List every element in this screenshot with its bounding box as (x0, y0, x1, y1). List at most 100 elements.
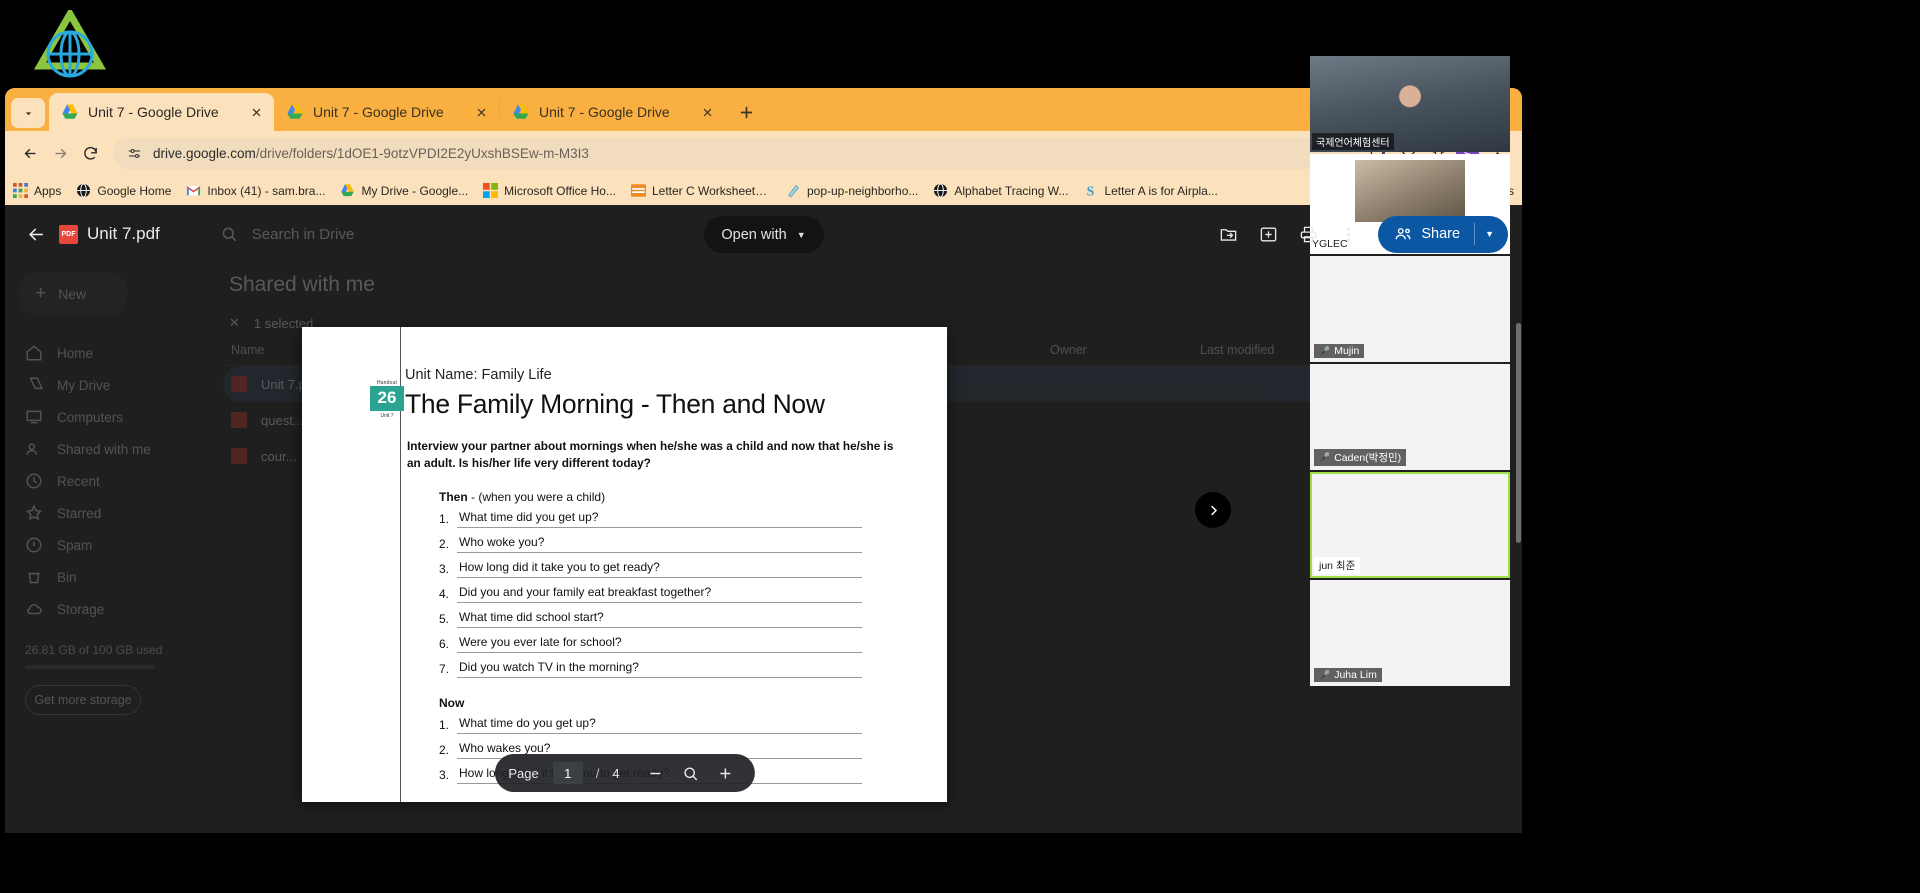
share-button[interactable]: Share ▼ (1378, 215, 1508, 253)
zoom-level-icon[interactable] (676, 758, 706, 788)
s-logo-icon: S (1083, 183, 1098, 199)
drive-search[interactable]: Search in Drive (220, 225, 355, 243)
question-text: What time do you get up? (457, 716, 862, 735)
close-icon[interactable] (697, 102, 717, 122)
share-label: Share (1421, 226, 1461, 242)
computer-icon (25, 408, 43, 426)
tab-search-button[interactable] (11, 98, 45, 128)
drive-icon (61, 103, 79, 121)
question-text: What time did school start? (457, 610, 862, 629)
unit-name: Unit Name: Family Life (405, 367, 552, 383)
open-with-button[interactable]: Open with ▼ (703, 216, 824, 253)
close-icon[interactable] (471, 102, 491, 122)
chevron-down-icon[interactable]: ▼ (1485, 229, 1504, 239)
star-icon (25, 504, 43, 522)
mic-muted-icon: 🎤 (1319, 669, 1331, 680)
video-tile-5[interactable]: jun 최준 (1310, 472, 1510, 578)
address-bar[interactable]: drive.google.com/drive/folders/1dOE1-9ot… (113, 138, 1355, 169)
sidebar-item-spam[interactable]: Spam (19, 529, 215, 561)
bookmark-alphabet-tracing[interactable]: Alphabet Tracing W... (933, 183, 1068, 198)
storage-bar (25, 665, 155, 669)
video-tile-1[interactable]: 국제언어체험센터 (1310, 56, 1510, 152)
tab-title: Unit 7 - Google Drive (88, 104, 219, 120)
site-settings-icon[interactable] (125, 145, 143, 163)
forward-icon[interactable] (45, 139, 75, 169)
pdf-file-icon: PDF (59, 224, 78, 244)
participant-name: 국제언어체험센터 (1312, 133, 1394, 150)
tab-title: Unit 7 - Google Drive (539, 104, 670, 120)
participant-name: jun 최준 (1319, 560, 1356, 572)
search-placeholder: Search in Drive (251, 225, 355, 243)
bookmark-inbox[interactable]: Inbox (41) - sam.bra... (186, 183, 325, 198)
drive-page: + New Home My Drive Computers Shared wit… (5, 205, 1522, 833)
add-to-drive-icon[interactable] (1250, 216, 1286, 252)
gmail-icon (186, 183, 201, 198)
participant-name: Mujin (1334, 345, 1360, 357)
sidebar-item-bin[interactable]: Bin (19, 561, 215, 593)
bookmark-apps[interactable]: Apps (13, 183, 61, 198)
viewer-scrollbar[interactable] (1516, 323, 1521, 543)
video-tile-4[interactable]: 🎤 Caden(박정민) (1310, 364, 1510, 470)
pdf-file-icon (231, 412, 247, 428)
bookmark-google-home[interactable]: Google Home (76, 183, 171, 198)
sidebar-item-computers[interactable]: Computers (19, 401, 215, 433)
sidebar-item-recent[interactable]: Recent (19, 465, 215, 497)
more-options-icon[interactable] (1330, 216, 1366, 252)
sidebar-item-starred[interactable]: Starred (19, 497, 215, 529)
bookmark-letter-a-airplane[interactable]: S Letter A is for Airpla... (1083, 183, 1218, 199)
globe-icon (76, 183, 91, 198)
next-page-button[interactable] (1195, 492, 1231, 528)
reload-icon[interactable] (75, 139, 105, 169)
viewer-actions: Share ▼ (1210, 215, 1508, 253)
page-number-input[interactable] (552, 762, 583, 784)
clock-icon (25, 472, 43, 490)
drive-icon (25, 376, 43, 394)
drive-icon (340, 183, 355, 198)
question-text: Did you and your family eat breakfast to… (457, 585, 862, 604)
sidebar-item-my-drive[interactable]: My Drive (19, 369, 215, 401)
zoom-in-button[interactable] (711, 758, 741, 788)
question-row: 7. Did you watch TV in the morning? (439, 660, 919, 679)
new-tab-button[interactable] (731, 97, 761, 127)
new-button[interactable]: + New (19, 273, 127, 315)
question-row: 2. Who woke you? (439, 535, 919, 554)
bookmark-letter-c-worksheets[interactable]: Letter C Worksheets... (630, 183, 771, 198)
bookmark-my-drive[interactable]: My Drive - Google... (340, 183, 468, 198)
zoom-out-button[interactable] (641, 758, 671, 788)
svg-text:S: S (1087, 184, 1095, 199)
screen: Unit 7 - Google Drive Unit 7 - Google Dr… (0, 0, 1920, 893)
participant-name: Juha Lim (1334, 669, 1377, 681)
bookmark-pop-up-neighborhood[interactable]: pop-up-neighborho... (786, 183, 918, 198)
sidebar-item-shared-with-me[interactable]: Shared with me (19, 433, 215, 465)
handout-unit: Unit 7 (380, 413, 394, 419)
drive-icon (286, 103, 304, 121)
video-tile-3[interactable]: 🎤 Mujin (1310, 256, 1510, 362)
bookmark-microsoft-office[interactable]: Microsoft Office Ho... (483, 183, 616, 198)
question-row: 5. What time did school start? (439, 610, 919, 629)
sidebar-item-storage[interactable]: Storage (19, 593, 215, 625)
print-icon[interactable] (1290, 216, 1326, 252)
close-icon[interactable] (246, 102, 266, 122)
browser-tab-2[interactable]: Unit 7 - Google Drive (274, 93, 499, 131)
back-icon[interactable] (15, 139, 45, 169)
bookmark-tag-icon (786, 183, 801, 198)
video-tile-6[interactable]: 🎤 Juha Lim (1310, 580, 1510, 686)
sidebar-item-home[interactable]: Home (19, 337, 215, 369)
cloud-icon (25, 600, 43, 618)
bookmark-label: Letter A is for Airpla... (1104, 183, 1218, 198)
question-number: 6. (439, 637, 450, 652)
storage-text: 26.81 GB of 100 GB used (25, 643, 163, 657)
back-to-drive-button[interactable] (19, 217, 53, 251)
spam-icon (25, 536, 43, 554)
get-more-storage-button[interactable]: Get more storage (25, 685, 141, 715)
browser-tab-3[interactable]: Unit 7 - Google Drive (500, 93, 725, 131)
move-to-drive-icon[interactable] (1210, 216, 1246, 252)
question-text: Did you watch TV in the morning? (457, 660, 862, 679)
sidebar-label: Computers (57, 409, 124, 425)
home-icon (25, 344, 43, 362)
browser-tab-1[interactable]: Unit 7 - Google Drive (49, 93, 274, 131)
section-now: Now (439, 696, 465, 711)
close-icon[interactable]: ✕ (229, 315, 240, 331)
pdf-controls: Page / 4 (494, 754, 755, 792)
url-text: drive.google.com/drive/folders/1dOE1-9ot… (153, 146, 589, 161)
